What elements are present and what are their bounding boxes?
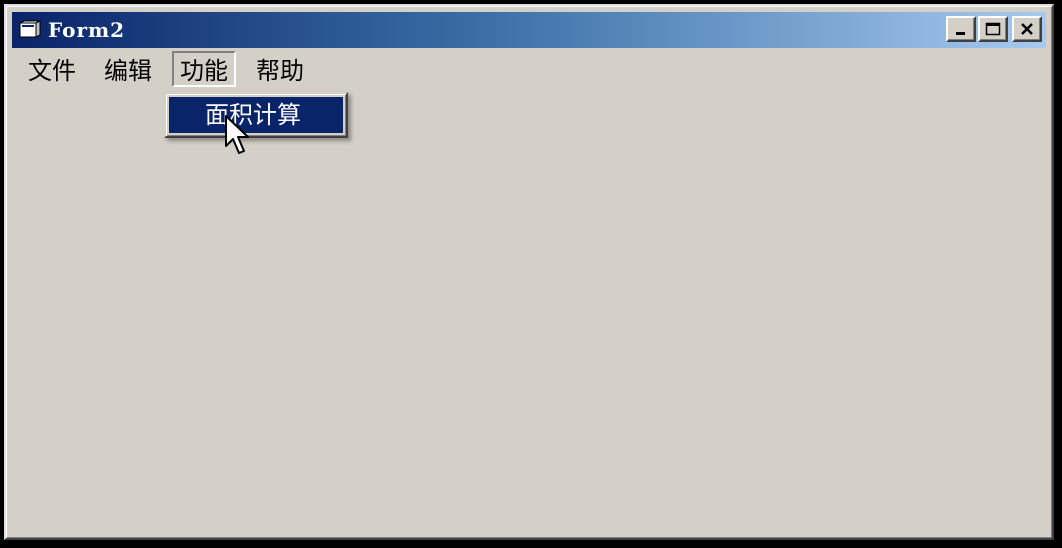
title-bar[interactable]: Form2 <box>12 12 1046 48</box>
menu-edit[interactable]: 编辑 <box>96 51 160 87</box>
close-icon <box>1021 23 1033 35</box>
maximize-icon <box>985 22 1001 36</box>
window-client-frame: Form2 文件 编辑 功能 帮助 <box>12 12 1046 532</box>
minimize-button[interactable] <box>946 16 976 42</box>
vb-form-icon <box>18 18 42 42</box>
close-button[interactable] <box>1012 16 1042 42</box>
minimize-icon <box>956 32 965 35</box>
menu-item-area-calculation[interactable]: 面积计算 <box>169 97 343 133</box>
title-bar-buttons <box>944 16 1042 42</box>
maximize-button[interactable] <box>978 16 1008 42</box>
menu-help[interactable]: 帮助 <box>248 51 312 87</box>
function-dropdown-menu: 面积计算 <box>164 92 348 138</box>
window-title: Form2 <box>48 18 126 42</box>
menu-file[interactable]: 文件 <box>20 51 84 87</box>
menu-function[interactable]: 功能 <box>172 51 236 87</box>
form2-window: Form2 文件 编辑 功能 帮助 面积计算 <box>4 4 1054 540</box>
menu-bar: 文件 编辑 功能 帮助 <box>12 50 1046 88</box>
